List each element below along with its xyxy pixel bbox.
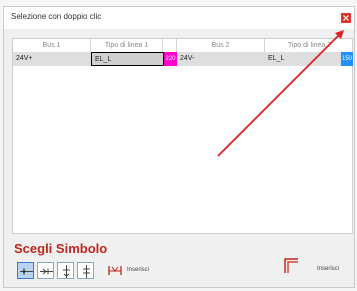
symbol-button-4[interactable] [77,262,94,279]
vertical-node-alt-icon [83,265,90,278]
column-header-line-type2[interactable]: Tipo di linea 2 [265,39,354,52]
bus-grid[interactable]: Bus 1 Tipo di linea 1 Bus 2 Tipo di line… [12,38,353,234]
cell-line-type1[interactable]: EL_L [91,52,164,66]
cell-bus1[interactable]: 24V+ [13,52,91,66]
insert-label-1: Inserisci [127,267,150,273]
table-row[interactable]: 24V+ EL_L 220 24V- EL_L 150 [13,52,353,66]
column-header-bus1[interactable]: Bus 1 [13,39,91,52]
pin-insert-icon [108,266,122,275]
cell-bus2[interactable]: 24V- [177,52,265,66]
cell-color1-swatch[interactable]: 220 [164,52,177,66]
column-header-bus2[interactable]: Bus 2 [177,39,265,52]
insert-label-2: Inserisci [317,266,340,272]
arrow-node-icon [40,268,53,275]
insert-corner-button[interactable] [284,258,298,278]
cell-line-type2[interactable]: EL_L [265,52,341,66]
dialog-window: Selezione con doppio clic Bus 1 Tipo di … [3,6,355,288]
symbol-button-1[interactable] [17,262,34,279]
insert-symbol-icon[interactable] [108,264,122,282]
node-left-icon [20,268,33,275]
column-header-color1[interactable] [163,39,177,52]
symbol-button-3[interactable] [57,262,74,279]
vertical-node-icon [63,265,70,278]
close-icon [343,15,349,21]
corner-bracket-icon [284,258,298,273]
title-bar: Selezione con doppio clic [4,7,354,29]
close-button[interactable] [341,13,351,23]
cell-color2-swatch[interactable]: 150 [341,52,353,66]
dialog-title: Selezione con doppio clic [11,12,102,21]
choose-symbol-heading: Scegli Simbolo [14,241,108,256]
symbol-button-2[interactable] [37,262,54,279]
column-header-line-type1[interactable]: Tipo di linea 1 [91,39,163,52]
grid-header: Bus 1 Tipo di linea 1 Bus 2 Tipo di line… [13,39,352,53]
